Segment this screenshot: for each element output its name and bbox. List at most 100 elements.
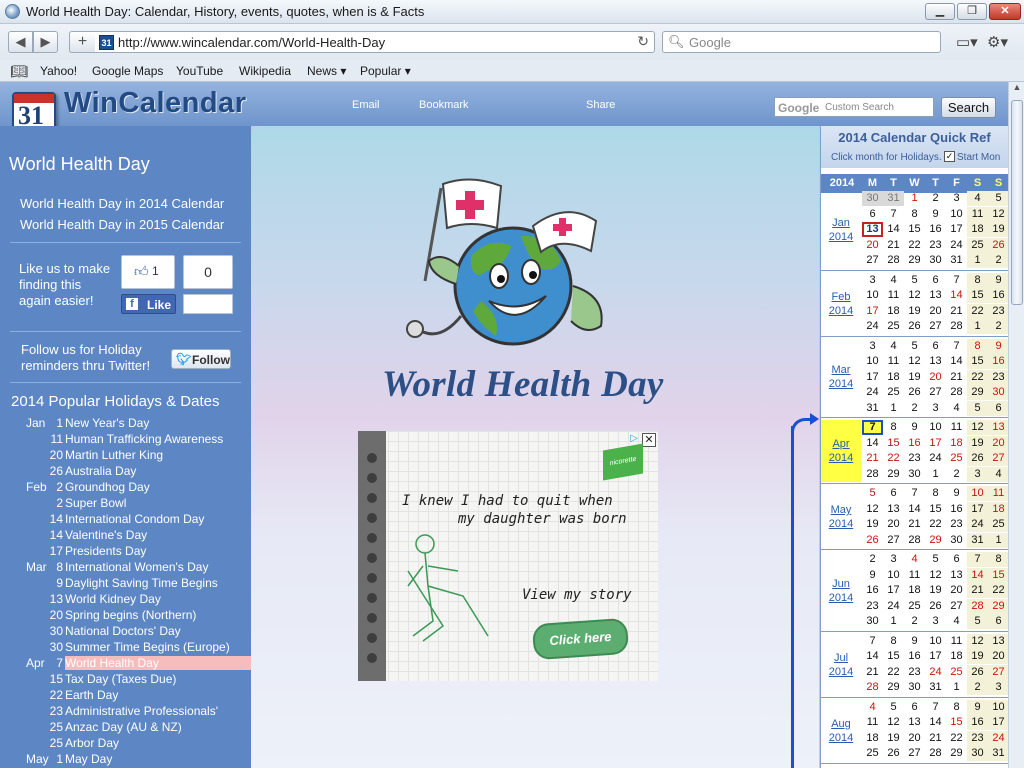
calendar-day[interactable]: 29 bbox=[967, 385, 988, 400]
calendar-day[interactable]: 7 bbox=[946, 273, 967, 288]
calendar-day[interactable]: 12 bbox=[967, 633, 988, 649]
calendar-day[interactable]: 24 bbox=[862, 385, 883, 400]
month-link-mar[interactable]: Mar 2014 bbox=[821, 339, 861, 417]
calendar-day[interactable]: 19 bbox=[967, 649, 988, 664]
calendar-day[interactable]: 13 bbox=[925, 288, 946, 303]
calendar-day[interactable]: 2 bbox=[988, 253, 1008, 268]
calendar-day[interactable]: 6 bbox=[925, 339, 946, 354]
calendar-day[interactable]: 25 bbox=[988, 517, 1008, 532]
month-year[interactable]: 2014 bbox=[821, 591, 861, 605]
holiday-name[interactable]: Groundhog Day bbox=[65, 480, 150, 494]
page-menu-icon[interactable]: ▭▾ bbox=[956, 33, 978, 51]
calendar-day[interactable]: 10 bbox=[862, 354, 883, 369]
calendar-day[interactable]: 21 bbox=[925, 731, 946, 746]
calendar-day[interactable]: 30 bbox=[967, 746, 988, 761]
month-link-feb[interactable]: Feb 2014 bbox=[821, 273, 861, 335]
calendar-day[interactable]: 17 bbox=[988, 715, 1008, 730]
calendar-day[interactable]: 7 bbox=[904, 486, 925, 501]
calendar-day[interactable]: 2 bbox=[946, 467, 967, 482]
calendar-day[interactable]: 1 bbox=[883, 614, 904, 629]
site-logo-text[interactable]: WinCalendar bbox=[64, 87, 247, 120]
calendar-day[interactable]: 2 bbox=[904, 614, 925, 629]
calendar-day[interactable]: 17 bbox=[862, 370, 883, 385]
calendar-day[interactable]: 7 bbox=[862, 634, 883, 649]
calendar-day[interactable]: 11 bbox=[904, 568, 925, 583]
calendar-day[interactable]: 26 bbox=[967, 664, 988, 680]
calendar-day[interactable]: 5 bbox=[883, 700, 904, 715]
month-name[interactable]: Jun bbox=[821, 577, 861, 591]
calendar-day[interactable]: 14 bbox=[904, 502, 925, 517]
vertical-scrollbar[interactable]: ▲ bbox=[1008, 82, 1024, 768]
calendar-day[interactable]: 14 bbox=[925, 715, 946, 730]
calendar-day[interactable]: 27 bbox=[925, 319, 946, 334]
calendar-day[interactable]: 28 bbox=[946, 319, 967, 334]
calendar-day[interactable]: 21 bbox=[946, 304, 967, 319]
calendar-day[interactable]: 3 bbox=[925, 614, 946, 629]
calendar-day[interactable]: 22 bbox=[946, 731, 967, 746]
address-bar[interactable]: 31 http://www.wincalendar.com/World-Heal… bbox=[95, 31, 655, 53]
calendar-day[interactable]: 23 bbox=[904, 665, 925, 680]
calendar-day[interactable]: 19 bbox=[925, 583, 946, 598]
calendar-day[interactable]: 8 bbox=[883, 420, 904, 435]
calendar-day[interactable]: 4 bbox=[946, 401, 967, 416]
calendar-day[interactable]: 20 bbox=[904, 731, 925, 746]
calendar-day[interactable]: 17 bbox=[946, 222, 967, 237]
calendar-day[interactable]: 7 bbox=[883, 207, 904, 222]
calendar-day[interactable]: 3 bbox=[925, 401, 946, 416]
calendar-day[interactable]: 9 bbox=[988, 272, 1008, 288]
site-search-button[interactable]: Search bbox=[941, 97, 996, 118]
calendar-day[interactable]: 31 bbox=[925, 680, 946, 695]
calendar-day[interactable]: 14 bbox=[862, 436, 883, 451]
calendar-day[interactable]: 20 bbox=[925, 304, 946, 319]
advertisement[interactable]: ▷ ✕ nicorette I knew I had to quit when … bbox=[358, 431, 658, 681]
calendar-day[interactable]: 12 bbox=[967, 420, 988, 435]
holiday-item[interactable]: 25 Arbor Day bbox=[0, 736, 251, 752]
calendar-day[interactable]: 1 bbox=[988, 532, 1008, 548]
calendar-day[interactable]: 1 bbox=[883, 401, 904, 416]
calendar-day[interactable]: 3 bbox=[967, 466, 988, 482]
bookmark-wikipedia[interactable]: Wikipedia bbox=[239, 64, 291, 78]
calendar-day[interactable]: 10 bbox=[883, 568, 904, 583]
calendar-day[interactable]: 11 bbox=[883, 354, 904, 369]
calendar-day[interactable]: 27 bbox=[988, 664, 1008, 680]
calendar-day[interactable]: 8 bbox=[988, 552, 1008, 567]
holiday-item[interactable]: 26 Australia Day bbox=[0, 464, 251, 480]
calendar-day[interactable]: 27 bbox=[988, 451, 1008, 466]
back-button[interactable]: ◀ bbox=[8, 31, 33, 53]
calendar-day[interactable]: 31 bbox=[967, 532, 988, 548]
calendar-day[interactable]: 10 bbox=[925, 420, 946, 435]
holiday-item[interactable]: 14 International Condom Day bbox=[0, 512, 251, 528]
site-search-input[interactable]: Google Custom Search bbox=[774, 97, 934, 117]
bookmark-news[interactable]: News ▾ bbox=[307, 64, 346, 78]
calendar-day[interactable]: 23 bbox=[925, 238, 946, 253]
calendar-day[interactable]: 22 bbox=[925, 517, 946, 532]
holiday-name[interactable]: Arbor Day bbox=[65, 736, 119, 750]
calendar-day[interactable]: 19 bbox=[904, 370, 925, 385]
month-name[interactable]: Mar bbox=[821, 363, 861, 377]
calendar-day[interactable]: 4 bbox=[904, 552, 925, 567]
calendar-day[interactable]: 2 bbox=[862, 552, 883, 567]
calendar-day[interactable]: 19 bbox=[883, 731, 904, 746]
calendar-day[interactable]: 13 bbox=[988, 633, 1008, 649]
gear-icon[interactable]: ⚙▾ bbox=[987, 33, 1008, 51]
calendar-day[interactable]: 16 bbox=[988, 354, 1008, 369]
calendar-day[interactable]: 8 bbox=[883, 634, 904, 649]
holiday-item[interactable]: 13 World Kidney Day bbox=[0, 592, 251, 608]
bookmark-youtube[interactable]: YouTube bbox=[176, 64, 223, 78]
calendar-day[interactable]: 11 bbox=[967, 206, 988, 222]
calendar-day[interactable]: 17 bbox=[925, 649, 946, 664]
month-year[interactable]: 2014 bbox=[821, 230, 861, 244]
calendar-day[interactable]: 23 bbox=[862, 599, 883, 614]
holiday-name[interactable]: Super Bowl bbox=[65, 496, 126, 510]
holiday-name[interactable]: Summer Time Begins (Europe) bbox=[65, 640, 230, 654]
calendar-day[interactable]: 23 bbox=[967, 730, 988, 746]
calendar-day[interactable]: 11 bbox=[988, 486, 1008, 501]
bookmark-popular[interactable]: Popular ▾ bbox=[360, 64, 411, 78]
calendar-day[interactable]: 5 bbox=[862, 486, 883, 501]
share-link[interactable]: Share bbox=[586, 99, 615, 111]
holiday-item[interactable]: 30 National Doctors' Day bbox=[0, 624, 251, 640]
holiday-name[interactable]: Presidents Day bbox=[65, 544, 146, 558]
calendar-day[interactable]: 27 bbox=[862, 253, 883, 268]
holiday-item[interactable]: 14 Valentine's Day bbox=[0, 528, 251, 544]
month-name[interactable]: May bbox=[821, 503, 861, 517]
